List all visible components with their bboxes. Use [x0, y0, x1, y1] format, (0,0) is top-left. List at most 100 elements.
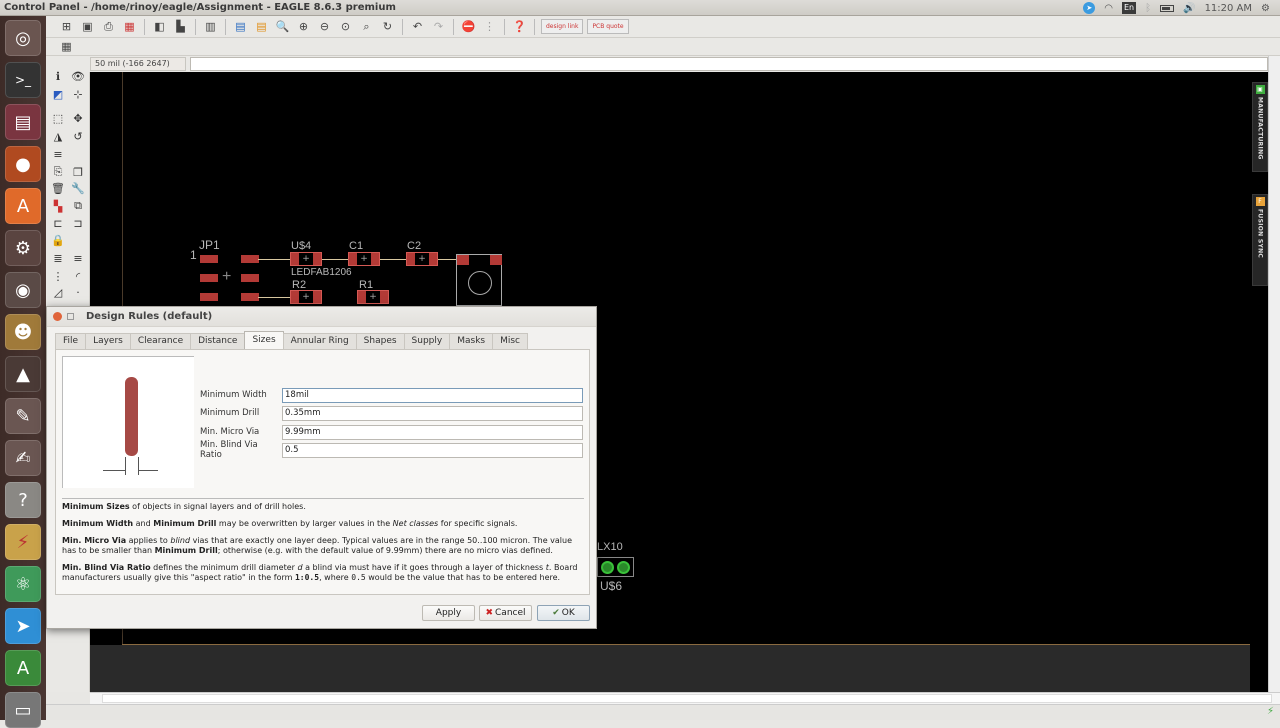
text-editor-icon[interactable]: ✍ [5, 440, 41, 476]
miter-icon[interactable]: ◜ [70, 268, 86, 284]
value-icon[interactable]: ⋮ [50, 268, 66, 284]
undo-icon[interactable]: ↶ [409, 18, 426, 35]
copy-icon[interactable]: ⎘ [50, 164, 66, 180]
ulp-icon[interactable]: ▤ [253, 18, 270, 35]
atom-icon[interactable]: ⚛ [5, 566, 41, 602]
telegram-tray-icon[interactable]: ➤ [1083, 2, 1096, 14]
tab-masks[interactable]: Masks [449, 333, 494, 349]
manufacturing-tab[interactable]: ▣ MANUFACTURING [1252, 82, 1268, 172]
tab-shapes[interactable]: Shapes [355, 333, 405, 349]
delete-icon[interactable]: 🗑 [50, 180, 66, 196]
zoom-out-icon[interactable]: ⊖ [316, 18, 333, 35]
split-icon[interactable]: ⊏ [50, 215, 66, 231]
dialog-titlebar[interactable]: Design Rules (default) [47, 307, 596, 327]
jp1-pad[interactable] [241, 293, 259, 301]
lock-icon[interactable]: 🔒 [50, 232, 66, 248]
disk-drive-icon[interactable]: ▭ [5, 692, 41, 728]
redraw-icon[interactable]: ↻ [379, 18, 396, 35]
camera-icon[interactable]: ◉ [5, 272, 41, 308]
tab-clearance[interactable]: Clearance [129, 333, 192, 349]
tab-misc[interactable]: Misc [492, 333, 528, 349]
scroll-thumb[interactable] [102, 694, 1272, 703]
redo-icon[interactable]: ↷ [430, 18, 447, 35]
part-u6[interactable] [597, 557, 634, 577]
min-micro-via-input[interactable] [282, 424, 583, 440]
help-icon[interactable]: ? [5, 482, 41, 518]
part-r2[interactable]: + [290, 290, 322, 304]
cancel-button[interactable]: ✖ Cancel [479, 605, 532, 621]
wire[interactable] [438, 259, 458, 260]
pad-round[interactable] [601, 561, 614, 574]
wire[interactable] [380, 259, 406, 260]
maximize-icon[interactable] [67, 313, 74, 320]
jp1-pad[interactable] [241, 255, 259, 263]
bom-icon[interactable]: ▥ [202, 18, 219, 35]
vertical-scrollbar[interactable] [1268, 56, 1280, 692]
print-icon[interactable]: ⎙ [100, 18, 117, 35]
wire[interactable] [258, 259, 290, 260]
mirror-icon[interactable]: ◮ [50, 128, 66, 144]
keyboard-layout-indicator[interactable]: En [1121, 2, 1137, 14]
go-icon[interactable]: ⋮ [481, 18, 498, 35]
save-icon[interactable]: ▣ [79, 18, 96, 35]
switch-schematic-icon[interactable]: ◧ [151, 18, 168, 35]
jp1-pad[interactable] [241, 274, 259, 282]
tab-annular-ring[interactable]: Annular Ring [282, 333, 357, 349]
group-icon[interactable]: ⧉ [70, 198, 86, 214]
eagle-schematic-icon[interactable]: ⚡ [5, 524, 41, 560]
align-icon[interactable]: ≡ [50, 146, 66, 162]
select-icon[interactable]: ⬚ [50, 110, 66, 126]
tab-sizes[interactable]: Sizes [244, 331, 284, 349]
help-icon[interactable]: ❓ [511, 18, 528, 35]
layers-icon[interactable]: ▙ [172, 18, 189, 35]
inkscape-icon[interactable]: ▲ [5, 356, 41, 392]
switch-pad[interactable] [490, 255, 502, 265]
zoom-in-icon[interactable]: ⊕ [295, 18, 312, 35]
fusion-sync-tab[interactable]: F FUSION SYNC [1252, 194, 1268, 286]
switch-pad[interactable] [457, 255, 469, 265]
apply-button[interactable]: Apply [422, 605, 475, 621]
cam-processor-icon[interactable]: ▦ [121, 18, 138, 35]
telegram-icon[interactable]: ➤ [5, 608, 41, 644]
info-icon[interactable]: ℹ [50, 68, 66, 84]
battery-icon[interactable] [1160, 4, 1175, 12]
smash-icon[interactable]: ≣ [50, 250, 66, 266]
part-u4[interactable]: + [290, 252, 322, 266]
mark-icon[interactable]: ⊹ [70, 86, 86, 102]
software-center-icon[interactable]: A [5, 188, 41, 224]
command-input[interactable] [190, 57, 1268, 71]
close-icon[interactable] [53, 312, 62, 321]
change-icon[interactable]: 🔧 [70, 180, 86, 196]
replace-icon[interactable]: ▚ [50, 198, 66, 214]
part-c2[interactable]: + [406, 252, 438, 266]
jp1-pad[interactable] [200, 274, 218, 282]
tab-file[interactable]: File [55, 333, 87, 349]
minimum-width-input[interactable] [282, 387, 583, 403]
zoom-area-icon[interactable]: ⌕ [358, 18, 375, 35]
min-blind-via-ratio-input[interactable] [282, 442, 583, 458]
open-icon[interactable]: ⊞ [58, 18, 75, 35]
pad-round[interactable] [617, 561, 630, 574]
name-icon[interactable]: ≡ [70, 250, 86, 266]
zoom-fit-icon[interactable]: 🔍 [274, 18, 291, 35]
system-settings-icon[interactable]: ⚙ [5, 230, 41, 266]
show-icon[interactable]: 👁 [70, 68, 86, 84]
part-r1[interactable]: + [357, 290, 389, 304]
gimp-icon[interactable]: ☻ [5, 314, 41, 350]
move-icon[interactable]: ✥ [70, 110, 86, 126]
switch-footprint[interactable] [456, 254, 502, 306]
display-layers-icon[interactable]: ◩ [50, 86, 66, 102]
wifi-icon[interactable]: ◠ [1104, 3, 1113, 14]
files-icon[interactable]: ▤ [5, 104, 41, 140]
minimum-drill-input[interactable] [282, 405, 583, 421]
ok-button[interactable]: ✔ OK [537, 605, 590, 621]
zoom-select-icon[interactable]: ⊙ [337, 18, 354, 35]
via-icon[interactable]: · [70, 284, 86, 300]
bluetooth-icon[interactable]: ᛒ [1145, 3, 1151, 14]
firefox-icon[interactable]: ● [5, 146, 41, 182]
wire[interactable] [258, 297, 290, 298]
stop-icon[interactable]: ⛔ [460, 18, 477, 35]
mypaint-icon[interactable]: ✎ [5, 398, 41, 434]
tab-layers[interactable]: Layers [85, 333, 131, 349]
part-c1[interactable]: + [348, 252, 380, 266]
